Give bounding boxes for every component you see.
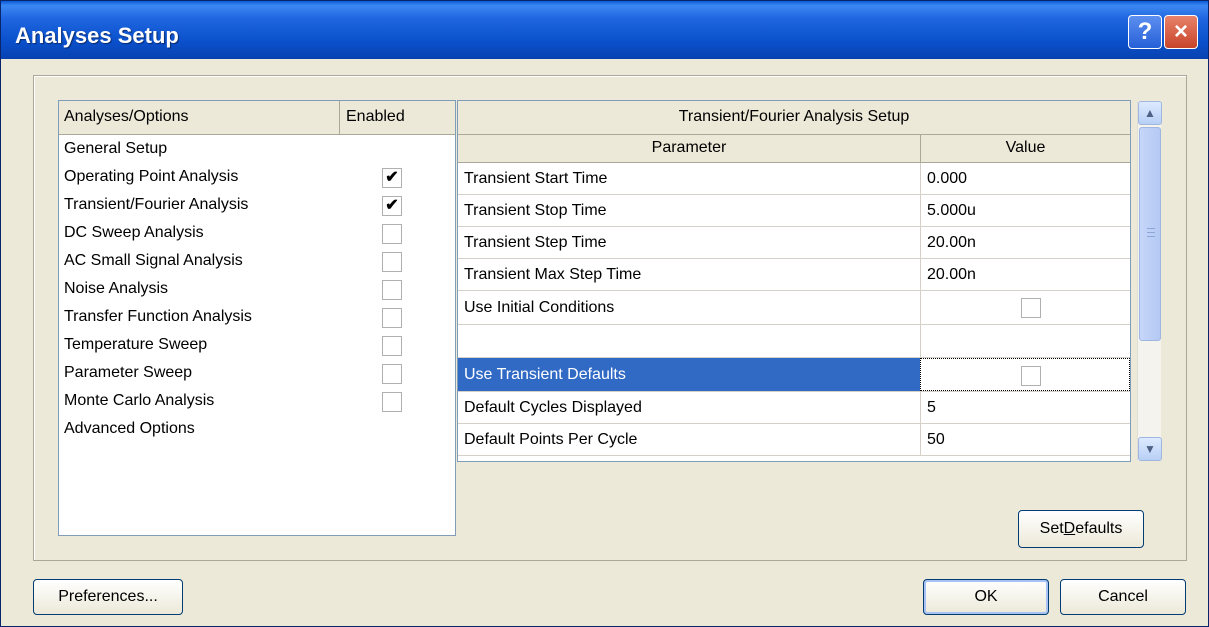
grid-row[interactable]: Default Points Per Cycle 50 [458, 424, 1130, 456]
analysis-list-item[interactable]: Monte Carlo Analysis [64, 389, 449, 416]
enabled-checkbox[interactable]: ✔ [382, 196, 402, 216]
grip-line [1147, 228, 1155, 229]
analysis-item-label: Transfer Function Analysis [64, 308, 252, 325]
value-cell[interactable]: 5.000u [920, 195, 1130, 226]
param-cell: Transient Stop Time [464, 201, 607, 219]
param-cell: Use Transient Defaults [458, 358, 920, 391]
analysis-item-label: Temperature Sweep [64, 336, 208, 353]
analyses-setup-dialog: Analyses Setup ? × Analyses/Options Enab… [0, 0, 1209, 627]
value-cell[interactable] [920, 325, 1130, 357]
analyses-list-header: Analyses/Options Enabled [59, 101, 455, 135]
param-cell: Transient Start Time [464, 169, 608, 187]
analysis-list-item[interactable]: Parameter Sweep [64, 361, 449, 388]
param-cell: Transient Step Time [464, 233, 607, 251]
parameter-grid: Transient/Fourier Analysis Setup Paramet… [457, 100, 1131, 462]
enabled-checkbox[interactable] [382, 280, 402, 300]
enabled-checkbox[interactable] [382, 392, 402, 412]
grid-title: Transient/Fourier Analysis Setup [458, 101, 1130, 135]
grid-row[interactable]: Transient Start Time 0.000 [458, 163, 1130, 195]
col-parameter: Parameter [651, 139, 727, 156]
analysis-item-label: Operating Point Analysis [64, 168, 239, 185]
analysis-item-label: Parameter Sweep [64, 364, 193, 381]
scroll-thumb[interactable] [1139, 127, 1161, 341]
grip-line [1147, 232, 1155, 233]
cancel-button[interactable]: Cancel [1060, 579, 1186, 615]
value-cell[interactable]: 5 [920, 392, 1130, 423]
analysis-item-label: Transient/Fourier Analysis [64, 196, 249, 213]
enabled-checkbox[interactable] [382, 308, 402, 328]
analysis-item-label: Monte Carlo Analysis [64, 392, 215, 409]
value-cell[interactable] [920, 291, 1130, 324]
window-title: Analyses Setup [15, 23, 179, 48]
enabled-checkbox[interactable] [382, 224, 402, 244]
param-cell: Default Cycles Displayed [464, 398, 642, 416]
analysis-list-item[interactable]: Transient/Fourier Analysis ✔ [64, 193, 449, 220]
param-cell: Default Points Per Cycle [464, 430, 638, 448]
param-cell [458, 325, 920, 357]
grid-row[interactable]: Default Cycles Displayed 5 [458, 392, 1130, 424]
header-enabled[interactable]: Enabled [339, 101, 455, 134]
analysis-item-label: AC Small Signal Analysis [64, 252, 243, 269]
grid-row[interactable]: Transient Max Step Time 20.00n [458, 259, 1130, 291]
grid-header: Parameter Value [458, 135, 1130, 163]
param-cell: Transient Max Step Time [464, 265, 642, 283]
preferences-button[interactable]: Preferences... [33, 579, 183, 615]
close-button[interactable]: × [1164, 15, 1198, 49]
analysis-list-item[interactable]: Transfer Function Analysis [64, 305, 449, 332]
scroll-down-icon[interactable]: ▼ [1138, 437, 1162, 461]
analysis-list-item[interactable]: Noise Analysis [64, 277, 449, 304]
analysis-list-item[interactable]: Advanced Options [64, 417, 449, 444]
enabled-checkbox[interactable] [382, 364, 402, 384]
analysis-item-label: Noise Analysis [64, 280, 169, 297]
col-value: Value [920, 135, 1130, 162]
analysis-list-item[interactable]: DC Sweep Analysis [64, 221, 449, 248]
value-checkbox[interactable] [1021, 366, 1041, 386]
grid-row[interactable] [458, 325, 1130, 358]
analysis-list-item[interactable]: AC Small Signal Analysis [64, 249, 449, 276]
enabled-checkbox[interactable] [382, 336, 402, 356]
analysis-list-item[interactable]: General Setup [64, 137, 449, 164]
vertical-scrollbar[interactable]: ▲ ▼ [1137, 101, 1162, 461]
set-defaults-label-post: efaults [1075, 520, 1123, 537]
grid-row[interactable]: Use Initial Conditions [458, 291, 1130, 325]
value-cell[interactable]: 50 [920, 424, 1130, 455]
set-defaults-label-pre: Set [1039, 520, 1064, 537]
grid-row[interactable]: Transient Stop Time 5.000u [458, 195, 1130, 227]
title-bar[interactable]: Analyses Setup ? × [1, 1, 1208, 59]
help-button[interactable]: ? [1128, 15, 1162, 49]
set-defaults-label-accel: D [1063, 520, 1076, 537]
ok-button[interactable]: OK [923, 579, 1049, 615]
value-cell[interactable]: 20.00n [920, 259, 1130, 290]
enabled-checkbox[interactable] [382, 252, 402, 272]
value-checkbox[interactable] [1021, 298, 1041, 318]
set-defaults-button[interactable]: Set D efaults [1018, 510, 1144, 548]
analysis-item-label: Advanced Options [64, 420, 195, 437]
grid-row[interactable]: Use Transient Defaults [458, 358, 1130, 392]
value-cell[interactable]: 0.000 [920, 163, 1130, 194]
analysis-list-item[interactable]: Temperature Sweep [64, 333, 449, 360]
analysis-list-item[interactable]: Operating Point Analysis ✔ [64, 165, 449, 192]
analyses-list: Analyses/Options Enabled General Setup Op… [58, 100, 456, 536]
enabled-checkbox[interactable]: ✔ [382, 168, 402, 188]
scroll-up-icon[interactable]: ▲ [1138, 101, 1162, 125]
analysis-item-label: General Setup [64, 140, 168, 157]
analysis-item-label: DC Sweep Analysis [64, 224, 204, 241]
param-cell: Use Initial Conditions [464, 298, 615, 316]
value-cell[interactable]: 20.00n [920, 227, 1130, 258]
header-analyses-options[interactable]: Analyses/Options [64, 108, 189, 126]
grid-row[interactable]: Transient Step Time 20.00n [458, 227, 1130, 259]
grip-line [1147, 236, 1155, 237]
value-cell[interactable] [920, 358, 1130, 391]
